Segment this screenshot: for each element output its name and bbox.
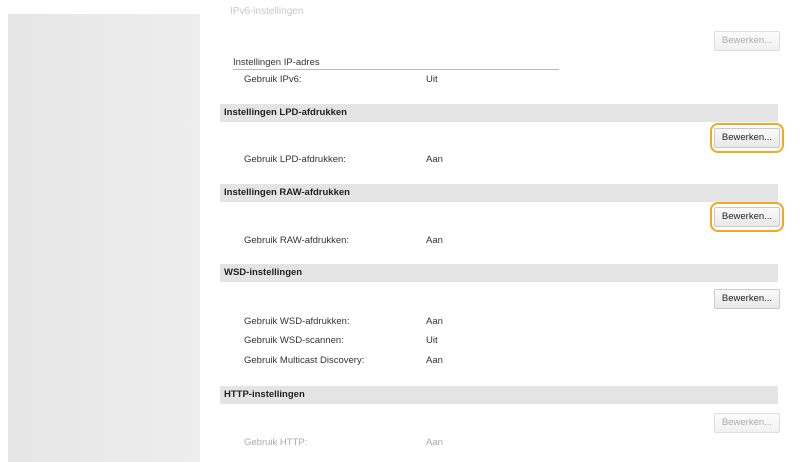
use-http-label: Gebruik HTTP: [244,437,308,448]
ipv6-section-title: IPv6-instellingen [230,6,304,17]
ip-address-subheading: Instellingen IP-adres [233,57,559,70]
use-ipv6-value: Uit [426,74,438,85]
raw-edit-button[interactable]: Bewerken... [714,207,780,227]
use-wsd-scan-value: Uit [426,335,438,346]
raw-section-header: Instellingen RAW-afdrukken [220,184,778,202]
use-wsd-scan-label: Gebruik WSD-scannen: [244,335,344,346]
use-raw-label: Gebruik RAW-afdrukken: [244,235,350,246]
use-raw-value: Aan [426,235,443,246]
left-navigation-panel [8,14,200,462]
use-lpd-label: Gebruik LPD-afdrukken: [244,154,346,165]
use-lpd-value: Aan [426,154,443,165]
ipv6-edit-button[interactable]: Bewerken... [714,31,780,51]
use-wsd-print-label: Gebruik WSD-afdrukken: [244,316,350,327]
lpd-edit-button[interactable]: Bewerken... [714,128,780,148]
use-wsd-print-value: Aan [426,316,443,327]
use-multicast-discovery-value: Aan [426,355,443,366]
http-section-header: HTTP-instellingen [220,386,778,404]
wsd-section-header: WSD-instellingen [220,264,778,282]
lpd-section-header: Instellingen LPD-afdrukken [220,104,778,122]
use-http-value: Aan [426,437,443,448]
http-edit-button[interactable]: Bewerken... [714,413,780,433]
use-ipv6-label: Gebruik IPv6: [244,74,302,85]
use-multicast-discovery-label: Gebruik Multicast Discovery: [244,355,365,366]
wsd-edit-button[interactable]: Bewerken... [714,289,780,309]
settings-content: IPv6-instellingen Bewerken... Instelling… [200,0,805,462]
